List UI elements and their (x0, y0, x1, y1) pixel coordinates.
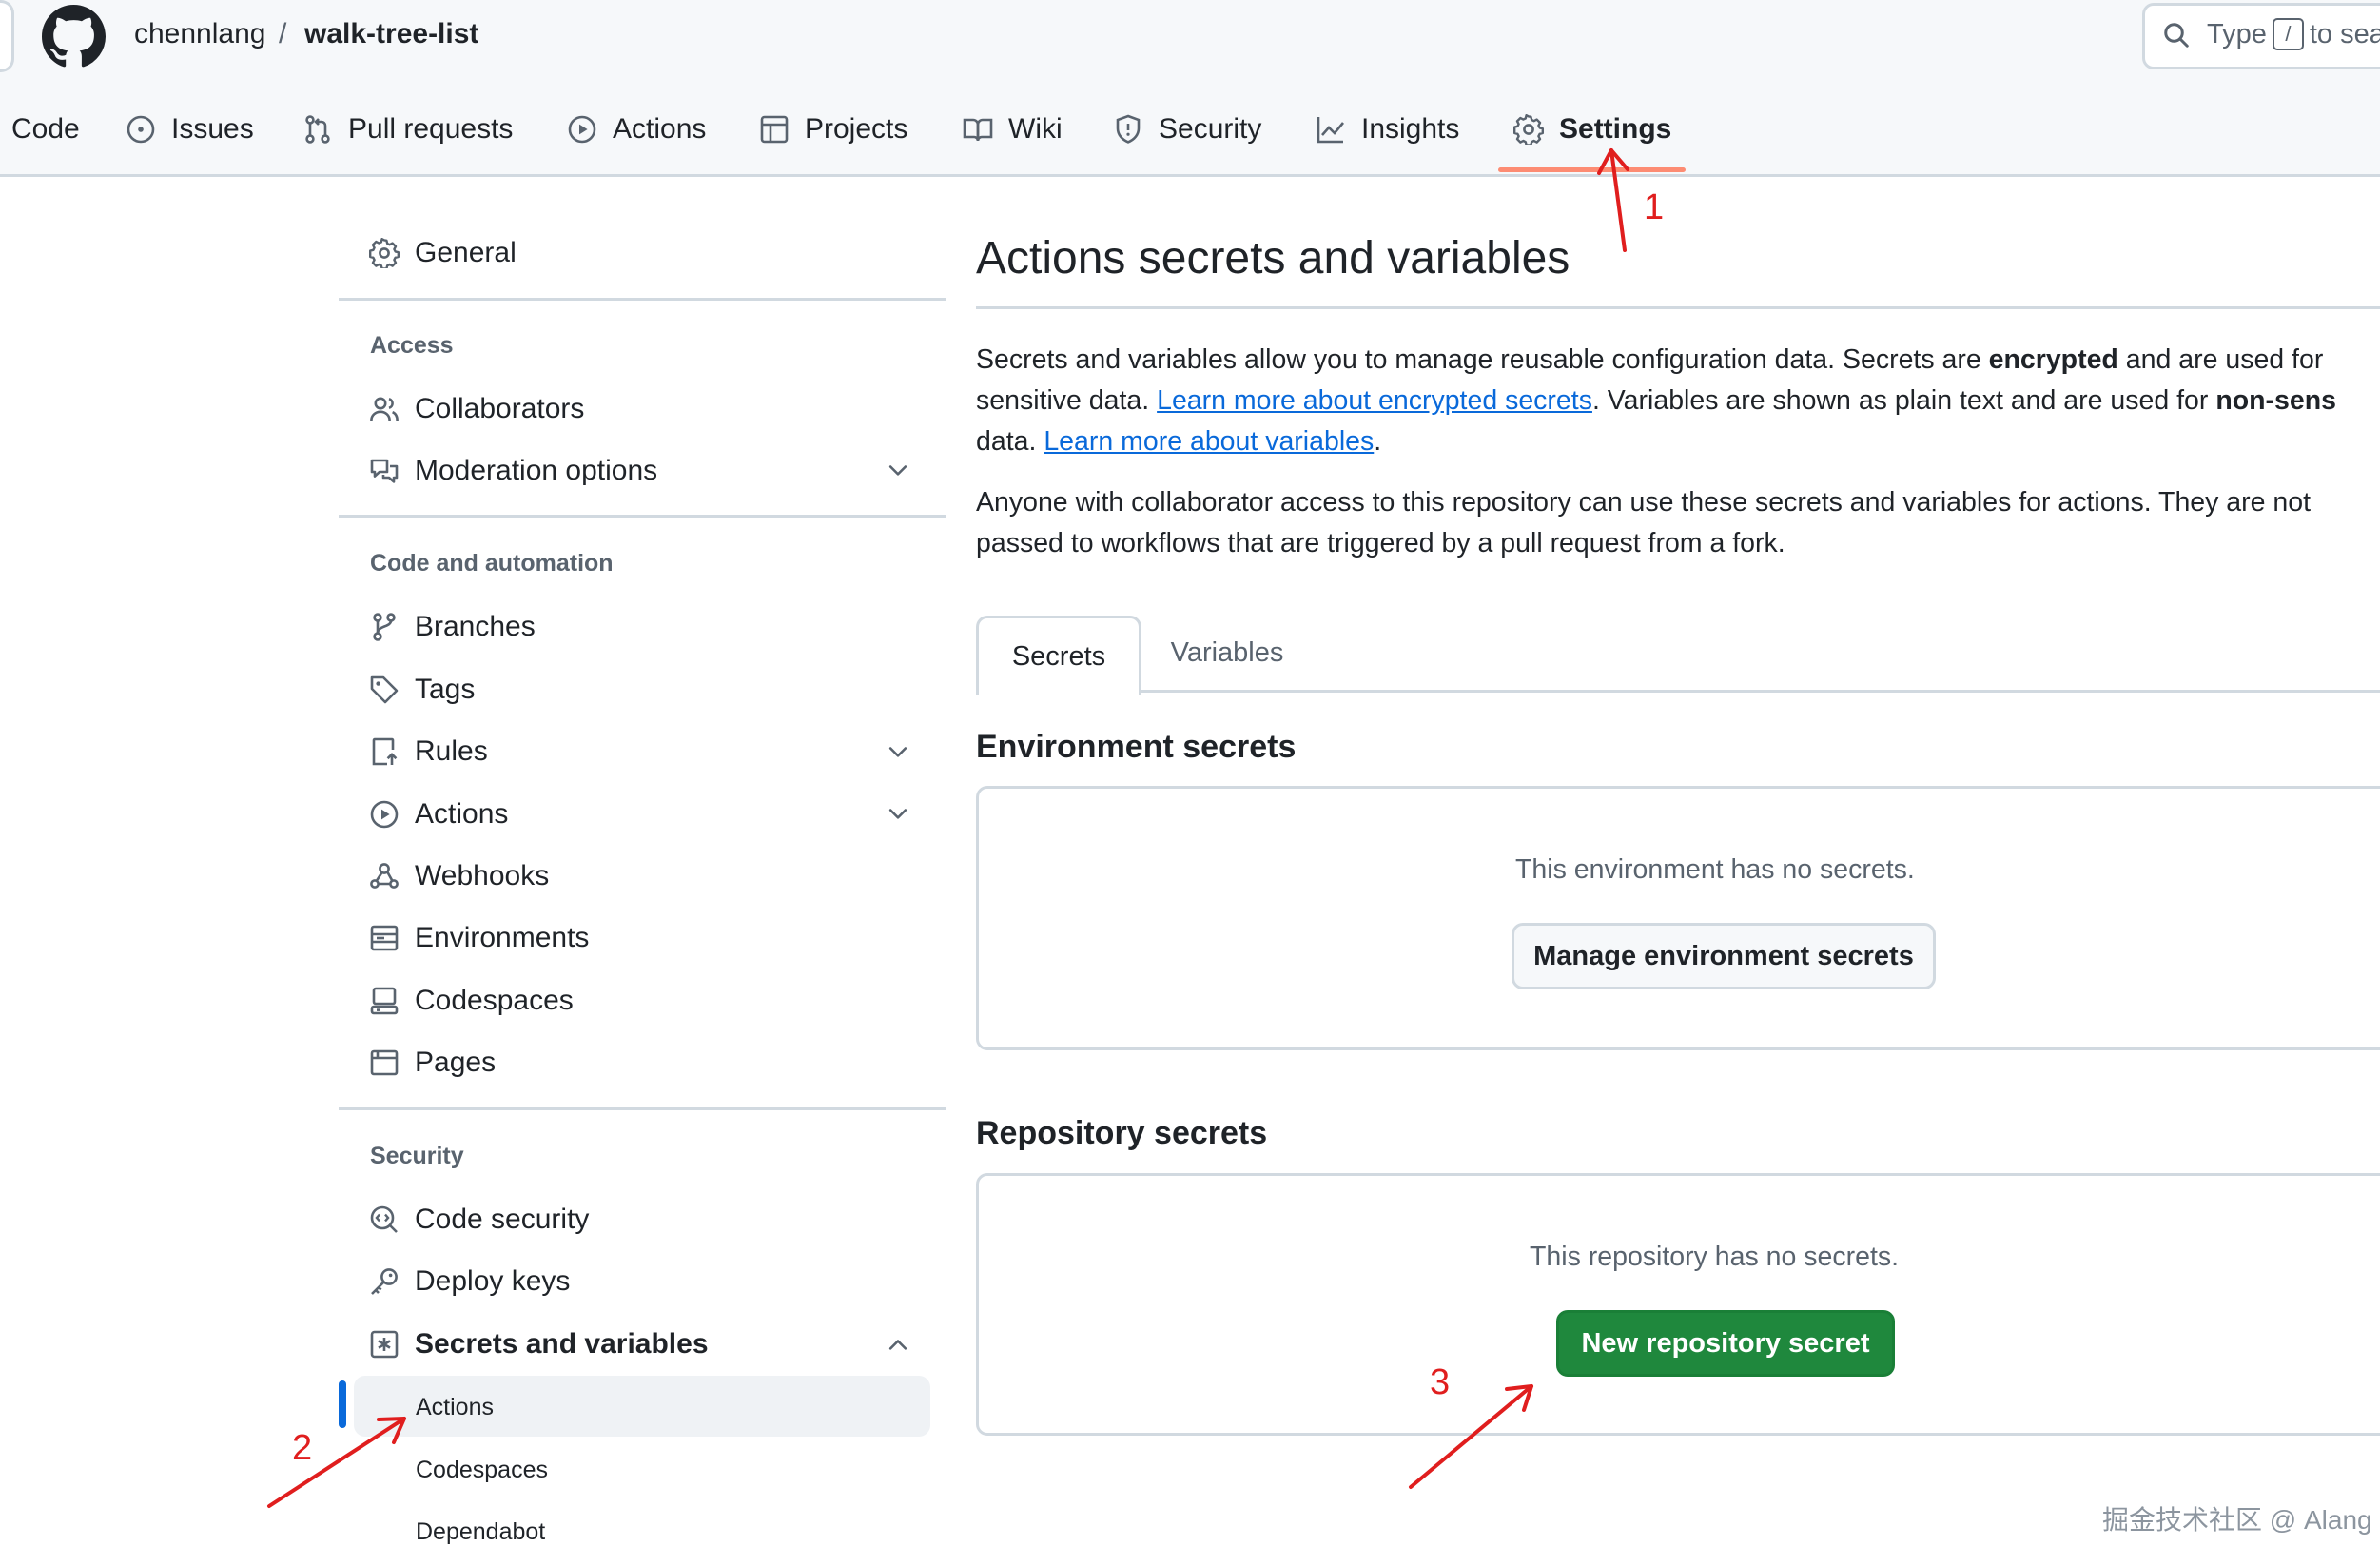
watermark: 掘金技术社区 @ Alang (2102, 1505, 2372, 1535)
annotation-arrows (267, 148, 1629, 1508)
annotation-number: 2 (292, 1428, 313, 1468)
annotation-number: 1 (1644, 187, 1665, 227)
annotation-number: 3 (1430, 1362, 1451, 1402)
tab-secrets[interactable]: Secrets (976, 616, 1141, 695)
